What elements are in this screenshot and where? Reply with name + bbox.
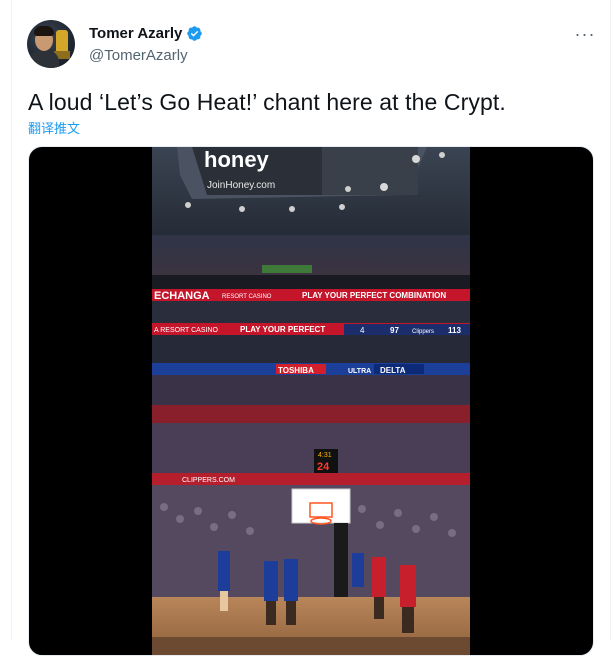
svg-text:113: 113: [448, 326, 461, 335]
verified-badge-icon: [187, 26, 203, 41]
svg-text:PLAY YOUR PERFECT COMBINATION: PLAY YOUR PERFECT COMBINATION: [302, 291, 446, 300]
honey-sign-url: JoinHoney.com: [207, 180, 275, 191]
svg-text:DELTA: DELTA: [380, 366, 406, 375]
svg-text:RESORT CASINO: RESORT CASINO: [222, 294, 272, 300]
svg-text:CLIPPERS.COM: CLIPPERS.COM: [182, 477, 235, 484]
timeline-right-border: [610, 0, 611, 640]
author-handle[interactable]: @TomerAzarly: [89, 47, 188, 64]
avatar-trophy: [56, 30, 68, 52]
svg-text:24: 24: [317, 461, 330, 473]
svg-text:ECHANGA: ECHANGA: [154, 290, 210, 302]
svg-text:97: 97: [390, 326, 399, 335]
svg-text:ULTRA: ULTRA: [348, 368, 371, 375]
timeline-left-border: [11, 0, 12, 640]
more-horizontal-icon: ···: [574, 24, 596, 44]
svg-text:Clippers: Clippers: [412, 329, 434, 335]
svg-text:TOSHIBA: TOSHIBA: [278, 366, 314, 375]
display-name[interactable]: Tomer Azarly: [89, 25, 182, 42]
svg-text:PLAY YOUR PERFECT: PLAY YOUR PERFECT: [240, 325, 325, 334]
arena-scene: honey JoinHoney.com ECHANGA RESORT CASIN…: [152, 147, 470, 655]
svg-text:4: 4: [360, 326, 365, 335]
translate-tweet-link[interactable]: 翻译推文: [28, 118, 80, 137]
tweet-text: A loud ‘Let’s Go Heat!’ chant here at th…: [28, 89, 506, 115]
avatar[interactable]: [27, 20, 75, 68]
svg-text:A RESORT CASINO: A RESORT CASINO: [154, 327, 218, 334]
svg-text:4:31: 4:31: [318, 452, 332, 459]
tweet-video[interactable]: honey JoinHoney.com ECHANGA RESORT CASIN…: [28, 146, 594, 656]
honey-sign: honey: [204, 147, 270, 172]
video-frame[interactable]: honey JoinHoney.com ECHANGA RESORT CASIN…: [152, 147, 470, 655]
more-options-button[interactable]: ···: [574, 25, 596, 43]
author-name-row[interactable]: Tomer Azarly: [89, 25, 203, 42]
